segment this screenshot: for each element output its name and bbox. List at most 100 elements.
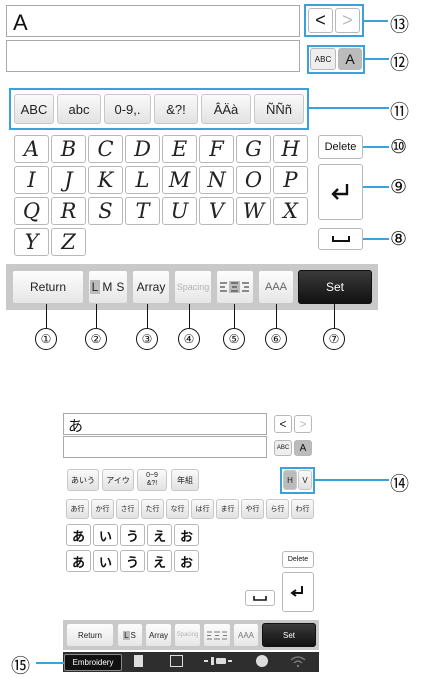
jp-text-input-second-line <box>63 436 267 458</box>
wifi-icon[interactable] <box>290 655 306 667</box>
jp-text-input-box[interactable]: あ <box>63 413 267 435</box>
jp-align-button[interactable] <box>203 623 231 647</box>
tab-numbers[interactable]: 0-9,. <box>104 94 151 124</box>
kana-row-tab[interactable]: は行 <box>191 499 214 519</box>
tab-hiragana[interactable]: あいう <box>67 469 99 491</box>
script-key-r[interactable]: R <box>51 197 86 225</box>
delete-button[interactable]: Delete <box>318 135 363 159</box>
kana-key[interactable]: う <box>120 550 145 572</box>
kana-row-tab[interactable]: か行 <box>91 499 114 519</box>
jp-cursor-left-button[interactable]: < <box>274 415 292 433</box>
jp-array-button[interactable]: Array <box>145 623 172 647</box>
script-key-u[interactable]: U <box>162 197 197 225</box>
settings-icon[interactable] <box>256 655 268 667</box>
kana-key[interactable]: お <box>174 524 199 546</box>
script-key-x[interactable]: X <box>273 197 308 225</box>
script-key-e[interactable]: E <box>162 135 197 163</box>
jp-set-button[interactable]: Set <box>262 623 316 647</box>
text-input-box[interactable]: A <box>6 5 300 37</box>
script-key-d[interactable]: D <box>125 135 160 163</box>
array-button[interactable]: Array <box>132 270 170 304</box>
tab-uppercase[interactable]: ABC <box>14 94 54 124</box>
tab-lowercase[interactable]: abc <box>57 94 101 124</box>
kana-row-tab[interactable]: な行 <box>166 499 189 519</box>
jp-space-button[interactable] <box>245 590 275 606</box>
kana-key[interactable]: あ <box>66 524 91 546</box>
script-key-z[interactable]: Z <box>51 228 86 256</box>
jp-font-size-button[interactable]: AAA <box>233 623 259 647</box>
tab-accented-a[interactable]: ÂÄà <box>201 94 251 124</box>
jp-enter-button[interactable] <box>282 572 314 612</box>
script-key-y[interactable]: Y <box>14 228 49 256</box>
jp-return-arrow-icon <box>290 586 303 597</box>
align-button[interactable] <box>216 270 254 304</box>
callout-13-frame <box>304 4 364 37</box>
tab-symbols[interactable]: &?! <box>154 94 198 124</box>
space-button[interactable] <box>318 228 363 250</box>
enter-button[interactable] <box>318 164 363 220</box>
tab-jp-numbers[interactable]: 0~9 &?! <box>137 469 167 491</box>
script-key-g[interactable]: G <box>236 135 271 163</box>
kana-key[interactable]: う <box>120 524 145 546</box>
kana-row-tab[interactable]: ま行 <box>216 499 239 519</box>
jp-align-icon <box>207 631 227 639</box>
callout-13: ⑬ <box>390 15 410 36</box>
presser-foot-icon[interactable] <box>204 656 232 666</box>
font-size-button[interactable]: AAA <box>258 270 294 304</box>
script-key-t[interactable]: T <box>125 197 160 225</box>
return-button[interactable]: Return <box>12 270 84 304</box>
script-key-o[interactable]: O <box>236 166 271 194</box>
callout-12-frame <box>307 45 365 74</box>
tab-katakana[interactable]: アイウ <box>102 469 134 491</box>
kana-key[interactable]: い <box>93 524 118 546</box>
spacing-button[interactable]: Spacing <box>174 270 212 304</box>
script-key-v[interactable]: V <box>199 197 234 225</box>
kana-key[interactable]: え <box>147 550 172 572</box>
script-key-q[interactable]: Q <box>14 197 49 225</box>
script-key-n[interactable]: N <box>199 166 234 194</box>
tab-accented-n[interactable]: ÑÑñ <box>254 94 304 124</box>
tab-kanji[interactable]: 年組 <box>171 469 199 491</box>
jp-cursor-right-button[interactable]: > <box>294 415 312 433</box>
jp-single-a-button[interactable]: A <box>294 440 312 456</box>
script-key-b[interactable]: B <box>51 135 86 163</box>
set-button[interactable]: Set <box>298 270 372 304</box>
callout-5: ⑤ <box>223 328 245 350</box>
callout-9: ⑨ <box>390 177 408 198</box>
script-key-k[interactable]: K <box>88 166 123 194</box>
script-key-i[interactable]: I <box>14 166 49 194</box>
kana-row-tab[interactable]: ら行 <box>266 499 289 519</box>
help-icon[interactable] <box>170 655 183 667</box>
script-key-h[interactable]: H <box>273 135 308 163</box>
script-key-j[interactable]: J <box>51 166 86 194</box>
script-key-f[interactable]: F <box>199 135 234 163</box>
kana-row-tab[interactable]: や行 <box>241 499 264 519</box>
jp-uppercase-abc-button[interactable]: ABC <box>274 440 292 456</box>
return-arrow-icon <box>330 184 348 200</box>
kana-row-tab[interactable]: わ行 <box>291 499 314 519</box>
kana-key[interactable]: お <box>174 550 199 572</box>
callout-15: ⑮ <box>11 656 31 677</box>
jp-size-button[interactable]: L S <box>117 623 143 647</box>
jp-return-button[interactable]: Return <box>66 623 114 647</box>
script-key-w[interactable]: W <box>236 197 271 225</box>
kana-row-tab[interactable]: た行 <box>141 499 164 519</box>
page-icon[interactable] <box>134 655 143 667</box>
kana-key[interactable]: え <box>147 524 172 546</box>
size-lms-button[interactable]: L M S <box>88 270 128 304</box>
jp-spacing-button[interactable]: Spacing <box>174 623 201 647</box>
script-key-c[interactable]: C <box>88 135 123 163</box>
script-key-s[interactable]: S <box>88 197 123 225</box>
kana-key[interactable]: あ <box>66 550 91 572</box>
jp-space-bar-icon <box>253 596 267 601</box>
space-bar-icon <box>331 236 350 242</box>
script-key-l[interactable]: L <box>125 166 160 194</box>
script-key-a[interactable]: A <box>14 135 49 163</box>
embroidery-button[interactable]: Embroidery <box>64 654 122 671</box>
kana-key[interactable]: い <box>93 550 118 572</box>
script-key-m[interactable]: M <box>162 166 197 194</box>
jp-delete-button[interactable]: Delete <box>282 551 314 568</box>
kana-row-tab[interactable]: さ行 <box>116 499 139 519</box>
kana-row-tab[interactable]: あ行 <box>66 499 89 519</box>
script-key-p[interactable]: P <box>273 166 308 194</box>
